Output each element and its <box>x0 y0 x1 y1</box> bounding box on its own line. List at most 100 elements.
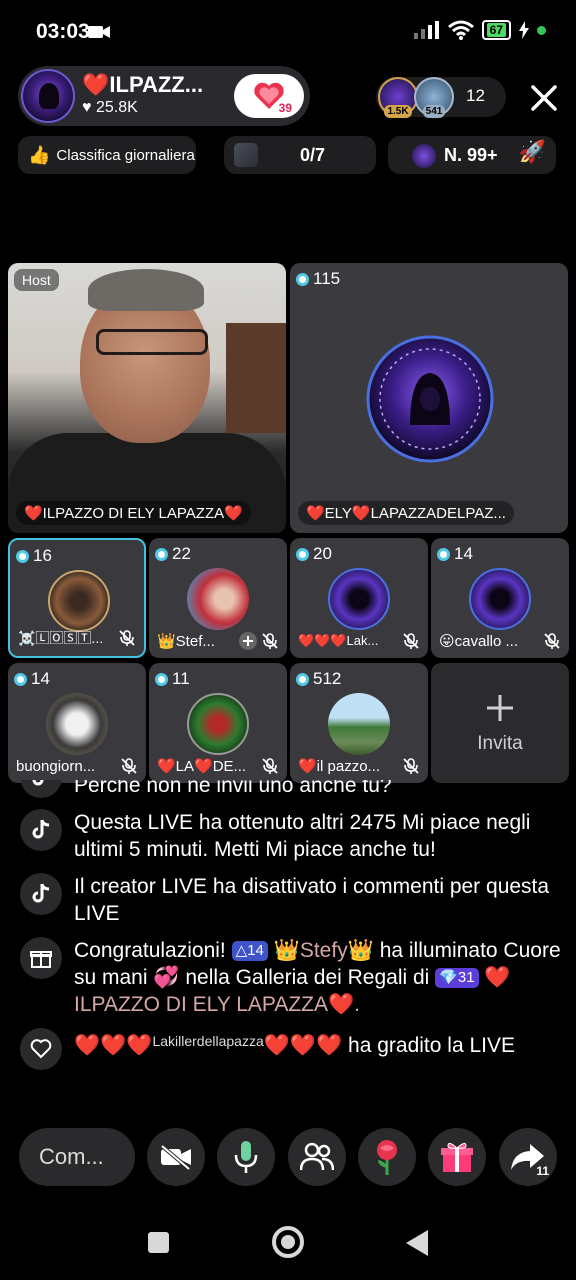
camera-off-button[interactable] <box>147 1128 205 1186</box>
guests-button[interactable] <box>288 1128 346 1186</box>
top-viewer-avatar[interactable]: 1.5K <box>378 77 418 118</box>
host-hair <box>88 269 204 311</box>
guest-tile[interactable]: 22 👑Stef... <box>149 538 287 658</box>
guest-tile[interactable]: 16 ☠️🄻🄾🅂🅃... <box>8 538 146 658</box>
tiktok-icon <box>20 780 62 798</box>
host-name: ❤️ILPAZZ... <box>82 72 204 97</box>
top-viewer-avatar[interactable]: 541 <box>414 77 454 118</box>
gem-icon <box>155 547 168 561</box>
goal-progress: 0/7 <box>300 145 326 165</box>
guest-tile[interactable]: 512 ❤️il pazzo... <box>290 663 428 783</box>
camera-icon <box>88 26 110 38</box>
people-icon <box>300 1142 334 1171</box>
status-icons: 67 <box>413 20 546 40</box>
guest-tile[interactable]: 20 ❤️❤️❤️Lak... <box>290 538 428 658</box>
guest-avatar <box>328 693 390 755</box>
comment-input[interactable]: Com... <box>19 1128 135 1186</box>
goal-progress-chip[interactable]: 0/7 <box>224 136 376 174</box>
guest-avatar <box>187 693 249 755</box>
guest-score: 14 <box>14 669 50 689</box>
add-icon[interactable] <box>239 632 257 650</box>
tiktok-icon <box>20 873 62 915</box>
guest-name: ❤️LA❤️DE... <box>157 758 247 775</box>
heart-outline-icon <box>20 1028 62 1070</box>
host-avatar[interactable] <box>21 69 75 123</box>
guest-tile[interactable]: 14 buongiorn... <box>8 663 146 783</box>
mic-off-icon <box>403 758 419 774</box>
guest-tile[interactable]: 14 😛cavallo ... <box>431 538 569 658</box>
chat-text: Il creator LIVE ha disattivato i comment… <box>74 875 550 925</box>
level-badge: △ 14 <box>231 941 268 961</box>
viewer-count[interactable]: 12 <box>466 86 485 106</box>
heart-icon: 39 <box>252 81 292 115</box>
host-profile-pill[interactable]: ❤️ILPAZZ... ♥ 25.8K 39 <box>18 66 310 126</box>
chat-like-message: ❤️❤️❤️Lakillerdellapazza❤️❤️❤️ ha gradit… <box>18 1028 563 1070</box>
battery-icon: 67 <box>481 20 511 40</box>
guest-score: 20 <box>296 544 332 564</box>
guest-tile[interactable]: 11 ❤️LA❤️DE... <box>149 663 287 783</box>
gift-item-icon: 💞 <box>153 966 180 989</box>
chat-username[interactable]: Lakillerdellapazza <box>152 1033 263 1049</box>
gift-button[interactable] <box>428 1128 486 1186</box>
gift-icon <box>20 937 62 979</box>
back-button[interactable] <box>406 1230 428 1256</box>
microphone-button[interactable] <box>217 1128 275 1186</box>
guest-avatar <box>328 568 390 630</box>
tiktok-icon <box>20 809 62 851</box>
bottom-toolbar: Com... 11 <box>0 1128 576 1188</box>
chat-message: Il creator LIVE ha disattivato i comment… <box>18 873 563 927</box>
host-tile-name: ❤️ILPAZZO DI ELY LAPAZZA❤️ <box>16 501 251 525</box>
guest-tile-main-name: ❤️ELY❤️LAPAZZADELPAZ... <box>298 501 514 525</box>
guest-avatar <box>46 693 108 755</box>
gift-box-icon <box>441 1142 473 1172</box>
level-badge: 💎 31 <box>435 968 479 988</box>
invite-tile-button[interactable]: Invita <box>431 663 569 783</box>
gem-icon <box>296 672 309 686</box>
chat-feed[interactable]: Perché non ne invii uno anche tu? Questa… <box>18 780 563 1120</box>
rank-value: N. 99+ <box>444 145 498 165</box>
host-likes: ♥ 25.8K <box>82 99 138 116</box>
guest-avatar <box>469 568 531 630</box>
guest-name: buongiorn... <box>16 757 96 775</box>
mic-off-icon <box>262 633 278 649</box>
host-video-tile[interactable]: Host ❤️ILPAZZO DI ELY LAPAZZA❤️ <box>8 263 286 533</box>
rocket-icon: 🚀 <box>518 139 546 164</box>
wifi-icon <box>447 20 474 40</box>
home-button[interactable] <box>272 1226 304 1258</box>
microphone-icon <box>234 1141 258 1173</box>
chat-message: Questa LIVE ha ottenuto altri 2475 Mi pi… <box>18 809 563 863</box>
daily-ranking-label: Classifica giornaliera <box>56 146 195 164</box>
rank-avatar-icon <box>412 144 436 168</box>
plus-icon <box>487 695 513 721</box>
charging-icon <box>519 21 529 39</box>
tiktok-cube-icon <box>234 143 258 167</box>
share-button[interactable]: 11 <box>499 1128 557 1186</box>
guest-score: 11 <box>155 669 190 689</box>
host-tag: Host <box>14 269 59 291</box>
follow-badge: 39 <box>278 101 292 115</box>
guest-score: 512 <box>296 669 341 689</box>
mic-off-icon <box>262 758 278 774</box>
chat-gift-message: Congratulazioni! △ 14 👑Stefy👑 ha illumin… <box>18 937 563 1018</box>
guest-avatar <box>48 570 110 632</box>
share-count: 11 <box>536 1164 549 1178</box>
daily-ranking-chip[interactable]: 👍 Classifica giornaliera <box>18 136 196 174</box>
follow-button[interactable]: 39 <box>234 74 304 118</box>
gem-icon <box>296 272 309 286</box>
guest-tile-main[interactable]: 115 ❤️ELY❤️LAPAZZADELPAZ... <box>290 263 568 533</box>
recent-apps-button[interactable] <box>148 1232 169 1253</box>
gem-icon <box>14 672 27 686</box>
rank-chip[interactable]: N. 99+ 🚀 <box>388 136 556 174</box>
status-bar: 03:03 67 <box>0 0 576 62</box>
close-icon[interactable] <box>528 82 560 114</box>
chat-text: Perché non ne invii uno anche tu? <box>74 780 392 797</box>
rose-gift-button[interactable] <box>358 1128 416 1186</box>
chat-username[interactable]: 👑Stefy👑 <box>274 939 374 962</box>
guest-name: ❤️❤️❤️Lak... <box>298 633 379 648</box>
battery-level: 67 <box>486 23 506 37</box>
top-viewers[interactable]: 1.5K 541 <box>376 77 506 118</box>
mic-off-icon <box>544 633 560 649</box>
thumbs-up-icon: 👍 <box>28 144 51 165</box>
guest-score: 22 <box>155 544 191 564</box>
mic-off-icon <box>119 630 135 646</box>
